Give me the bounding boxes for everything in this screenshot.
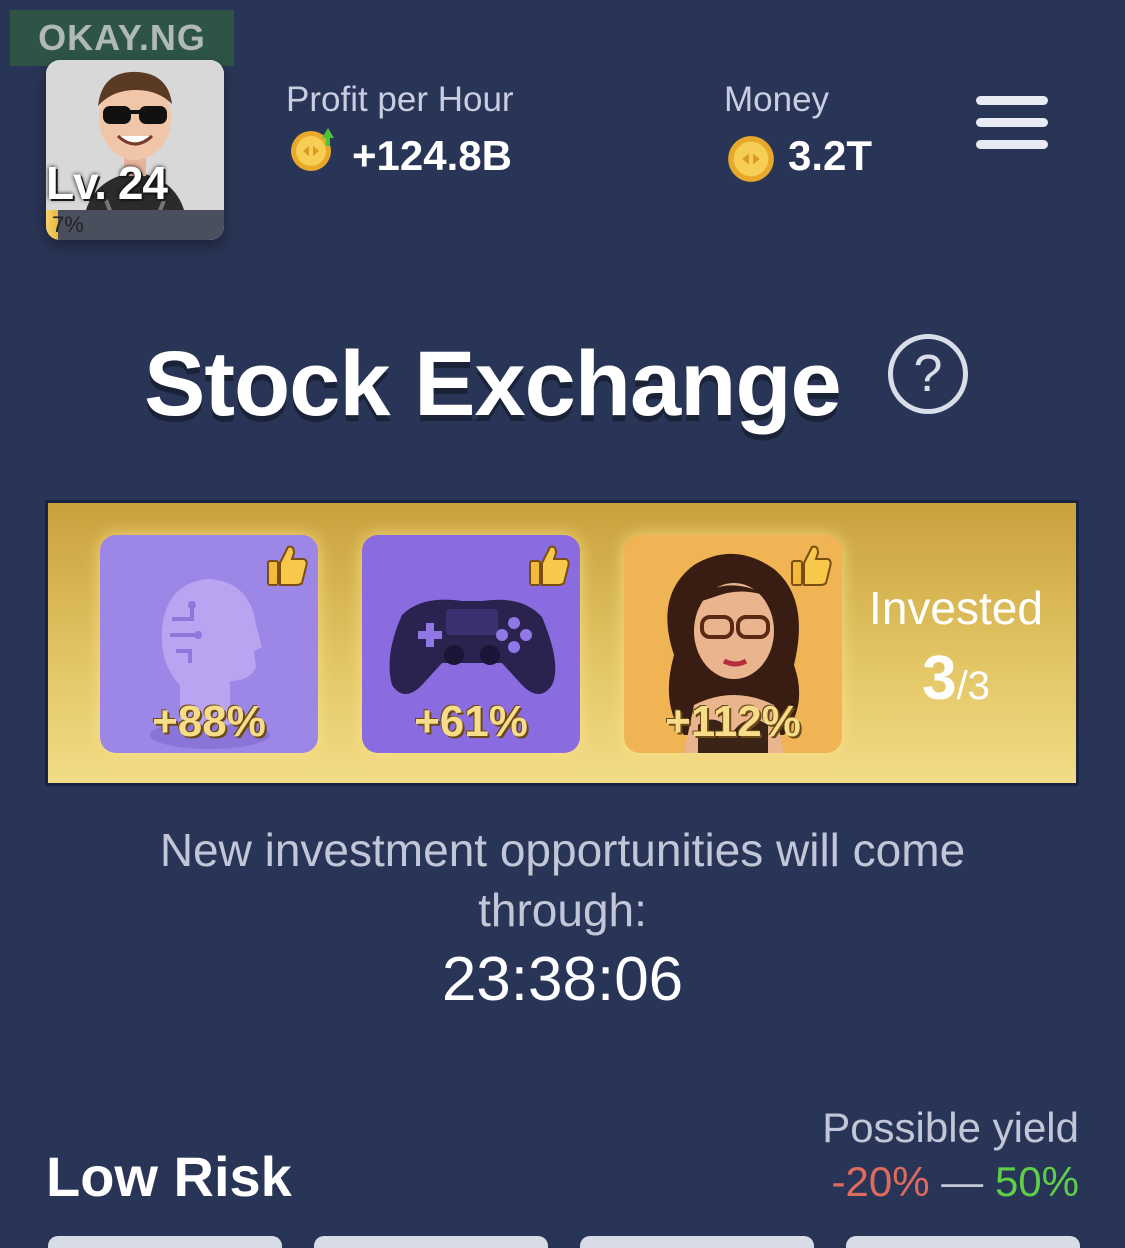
- low-risk-card-edge[interactable]: [314, 1236, 548, 1248]
- profit-per-hour-value: +124.8B: [352, 132, 512, 179]
- stock-yield: +88%: [152, 697, 266, 746]
- page-title: Stock Exchange: [144, 333, 842, 435]
- level-label: Lv. 24: [46, 157, 168, 209]
- stock-card-gamepad[interactable]: +61%: [362, 535, 580, 753]
- money-value: 3.2T: [788, 132, 873, 179]
- watermark: OKAY.NG: [10, 10, 234, 66]
- thumbs-up-icon: [529, 545, 570, 586]
- stock-card-pinup[interactable]: +112%: [624, 535, 842, 753]
- new-opportunities-message: New investment opportunities will come t…: [159, 824, 966, 936]
- coin-icon: [728, 136, 774, 182]
- question-circle-icon[interactable]: ?: [888, 334, 968, 414]
- thumbs-up-icon: [791, 545, 832, 586]
- player-avatar[interactable]: Lv. 24 7%: [46, 60, 224, 240]
- invested-label: Invested: [869, 582, 1043, 634]
- thumbs-up-icon: [267, 545, 308, 586]
- invested-count: 3/3: [866, 643, 1046, 714]
- yield-separator: —: [929, 1158, 995, 1205]
- hamburger-icon[interactable]: [976, 96, 1048, 152]
- investments-panel: +88% +61% +112% Invested 3/3: [45, 500, 1079, 786]
- stock-card-ai-head[interactable]: +88%: [100, 535, 318, 753]
- yield-min: -20%: [831, 1158, 930, 1205]
- section-title-low-risk: Low Risk: [46, 1145, 292, 1208]
- level-progress-text: 7%: [52, 212, 84, 237]
- stock-yield: +61%: [414, 697, 528, 746]
- possible-yield-range: -20% — 50%: [832, 1158, 1079, 1206]
- low-risk-card-edge[interactable]: [846, 1236, 1080, 1248]
- coin-up-icon: [291, 128, 334, 171]
- low-risk-card-edge[interactable]: [580, 1236, 814, 1248]
- invested-total: /3: [956, 664, 990, 708]
- yield-max: 50%: [994, 1158, 1079, 1205]
- level-progress-bar: 7%: [46, 210, 224, 240]
- profit-per-hour-label: Profit per Hour: [286, 80, 514, 119]
- stock-yield: +112%: [665, 697, 801, 746]
- possible-yield-label: Possible yield: [822, 1104, 1079, 1151]
- countdown-timer: 23:38:06: [441, 945, 684, 1014]
- invested-current: 3: [922, 644, 957, 713]
- low-risk-card-edge[interactable]: [48, 1236, 282, 1248]
- money-label: Money: [724, 80, 830, 119]
